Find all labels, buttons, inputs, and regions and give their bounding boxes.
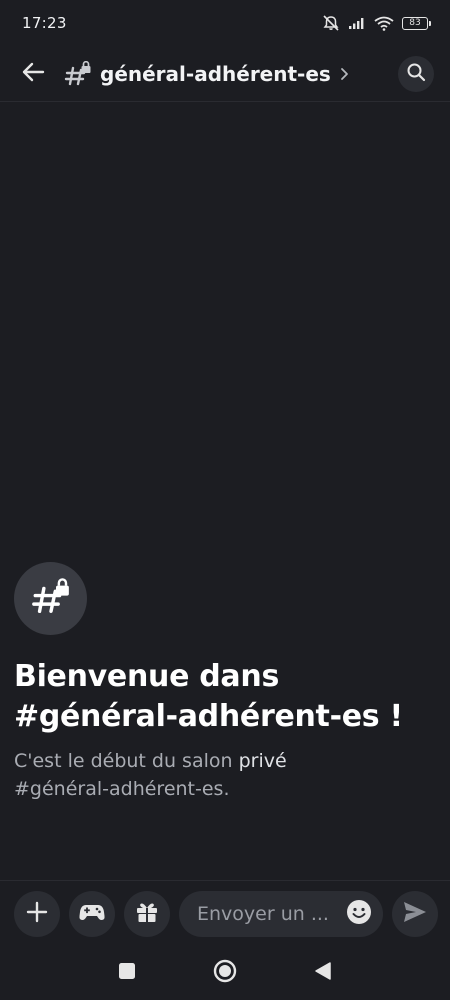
status-icons: 83 xyxy=(322,15,431,31)
emoji-button[interactable] xyxy=(345,899,373,929)
wifi-icon xyxy=(374,16,394,31)
channel-header: général-adhérent-es xyxy=(0,46,450,102)
battery-indicator: 83 xyxy=(402,16,431,30)
app-screen: 17:23 83 général-adhérent-es Bienvenue d… xyxy=(0,0,450,1000)
welcome-title-line1: Bienvenue dans xyxy=(14,659,279,694)
welcome-title: Bienvenue dans #général-adhérent-es ! xyxy=(14,657,436,737)
status-bar: 17:23 83 xyxy=(0,0,450,46)
chevron-right-icon xyxy=(339,67,349,81)
battery-level: 83 xyxy=(409,17,421,28)
triangle-back-icon xyxy=(314,961,332,985)
welcome-desc-prefix: C'est le début du salon xyxy=(14,750,239,772)
channel-title: général-adhérent-es xyxy=(100,61,331,86)
system-nav-bar xyxy=(0,946,450,1000)
message-input-container xyxy=(179,890,383,937)
mute-icon xyxy=(322,15,340,31)
search-button[interactable] xyxy=(398,55,434,92)
channel-title-button[interactable]: général-adhérent-es xyxy=(64,60,398,88)
arrow-left-icon xyxy=(21,61,45,87)
activities-button[interactable] xyxy=(69,890,115,937)
channel-avatar xyxy=(14,562,87,635)
add-attachment-button[interactable] xyxy=(14,890,60,937)
nav-back-button[interactable] xyxy=(274,951,372,995)
welcome-desc-channel: #général-adhérent-es. xyxy=(14,778,230,800)
message-composer xyxy=(0,880,450,946)
welcome-description: C'est le début du salon privé #général-a… xyxy=(14,747,436,803)
gamepad-icon xyxy=(79,902,105,926)
search-icon xyxy=(406,62,426,86)
locked-hashtag-icon xyxy=(64,60,92,88)
back-button[interactable] xyxy=(18,59,48,89)
nav-recents-button[interactable] xyxy=(78,951,176,995)
status-time: 17:23 xyxy=(22,14,67,32)
locked-hashtag-icon xyxy=(31,577,71,620)
send-icon xyxy=(403,901,427,927)
message-input[interactable] xyxy=(195,901,345,926)
gift-icon xyxy=(135,900,159,928)
welcome-desc-private: privé xyxy=(238,750,287,772)
circle-icon xyxy=(213,959,237,987)
emoji-icon xyxy=(346,899,372,929)
welcome-title-line2: #général-adhérent-es ! xyxy=(14,699,403,734)
square-icon xyxy=(118,962,136,984)
signal-icon xyxy=(348,16,366,30)
plus-icon xyxy=(26,901,48,927)
send-button[interactable] xyxy=(392,890,438,937)
nav-home-button[interactable] xyxy=(176,951,274,995)
gift-button[interactable] xyxy=(124,890,170,937)
channel-welcome: Bienvenue dans #général-adhérent-es ! C'… xyxy=(14,562,436,803)
